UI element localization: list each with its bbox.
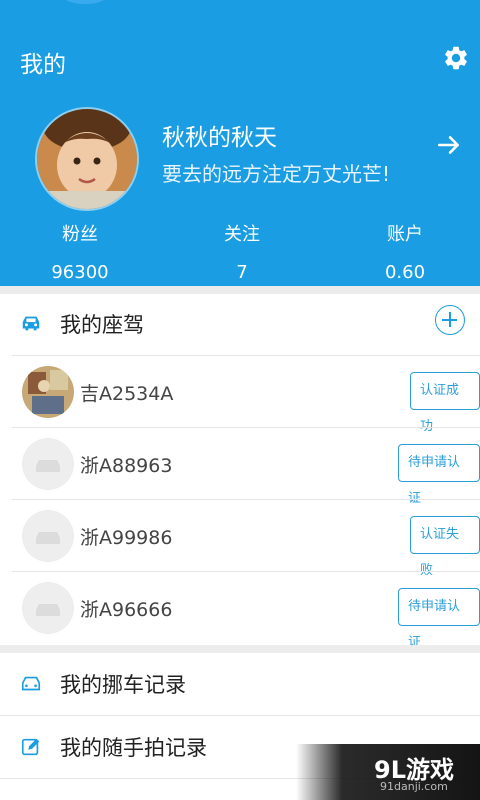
settings-gear-icon[interactable] [442,44,470,72]
car-outline-icon [21,676,41,691]
status-badge-pending[interactable]: 待申请认证 [398,588,480,650]
vehicle-plate: 浙A96666 [80,599,173,621]
menu-item-label: 我的随手拍记录 [60,736,207,760]
avatar-photo [37,109,137,209]
car-placeholder-icon [36,460,60,472]
vehicle-row[interactable]: 浙A96666 待申请认证 [12,571,480,650]
status-badge-verified[interactable]: 认证成功 [410,372,480,434]
menu-item-move-car-records[interactable]: 我的挪车记录 [0,653,480,716]
menu-item-label: 我的挪车记录 [60,673,186,697]
add-vehicle-button[interactable] [435,305,465,335]
vehicle-thumbnail [22,366,74,418]
vehicle-thumbnail [22,510,74,562]
page-title: 我的 [20,52,66,78]
car-placeholder-icon [36,604,60,616]
stat-following-value: 7 [236,262,248,283]
status-badge-failed[interactable]: 认证失败 [410,516,480,578]
vehicle-row[interactable]: 吉A2534A 认证成功 [12,355,480,434]
vehicle-row[interactable]: 浙A99986 认证失败 [12,499,480,578]
vehicle-row[interactable]: 浙A88963 待申请认证 [12,427,480,506]
status-badge-pending[interactable]: 待申请认证 [398,444,480,506]
stat-account[interactable]: 账户 0.60 [345,220,465,283]
vehicle-plate: 吉A2534A [80,383,174,405]
divider [0,645,480,653]
divider [0,286,480,294]
username: 秋秋的秋天 [162,125,277,151]
edit-icon [21,738,40,756]
top-decoration [62,0,108,4]
stat-account-value: 0.60 [384,262,426,283]
car-icon [22,316,40,331]
vehicles-section-header: 我的座驾 [0,294,480,354]
watermark-site: 91danji.com [380,780,448,793]
stat-account-label: 账户 [387,224,423,245]
stat-following[interactable]: 关注 7 [182,220,302,283]
arrow-right-icon[interactable] [436,132,462,158]
stat-following-label: 关注 [224,224,260,245]
vehicle-thumbnail [22,582,74,634]
vehicles-section-title: 我的座驾 [60,313,144,337]
profile-header: 我的 秋秋的秋天 要去的远方注定万丈光芒! 粉丝 96300 关注 7 账户 0… [0,0,480,286]
car-placeholder-icon [36,532,60,544]
user-avatar[interactable] [35,107,139,211]
vehicle-plate: 浙A88963 [80,455,173,477]
vehicle-plate: 浙A99986 [80,527,173,549]
user-motto: 要去的远方注定万丈光芒! [162,162,391,186]
vehicle-photo [22,366,74,418]
stat-fans-label: 粉丝 [62,224,98,245]
stat-fans[interactable]: 粉丝 96300 [20,220,140,283]
stat-fans-value: 96300 [51,262,109,283]
watermark: 9L游戏 91danji.com [296,744,480,800]
vehicle-thumbnail [22,438,74,490]
